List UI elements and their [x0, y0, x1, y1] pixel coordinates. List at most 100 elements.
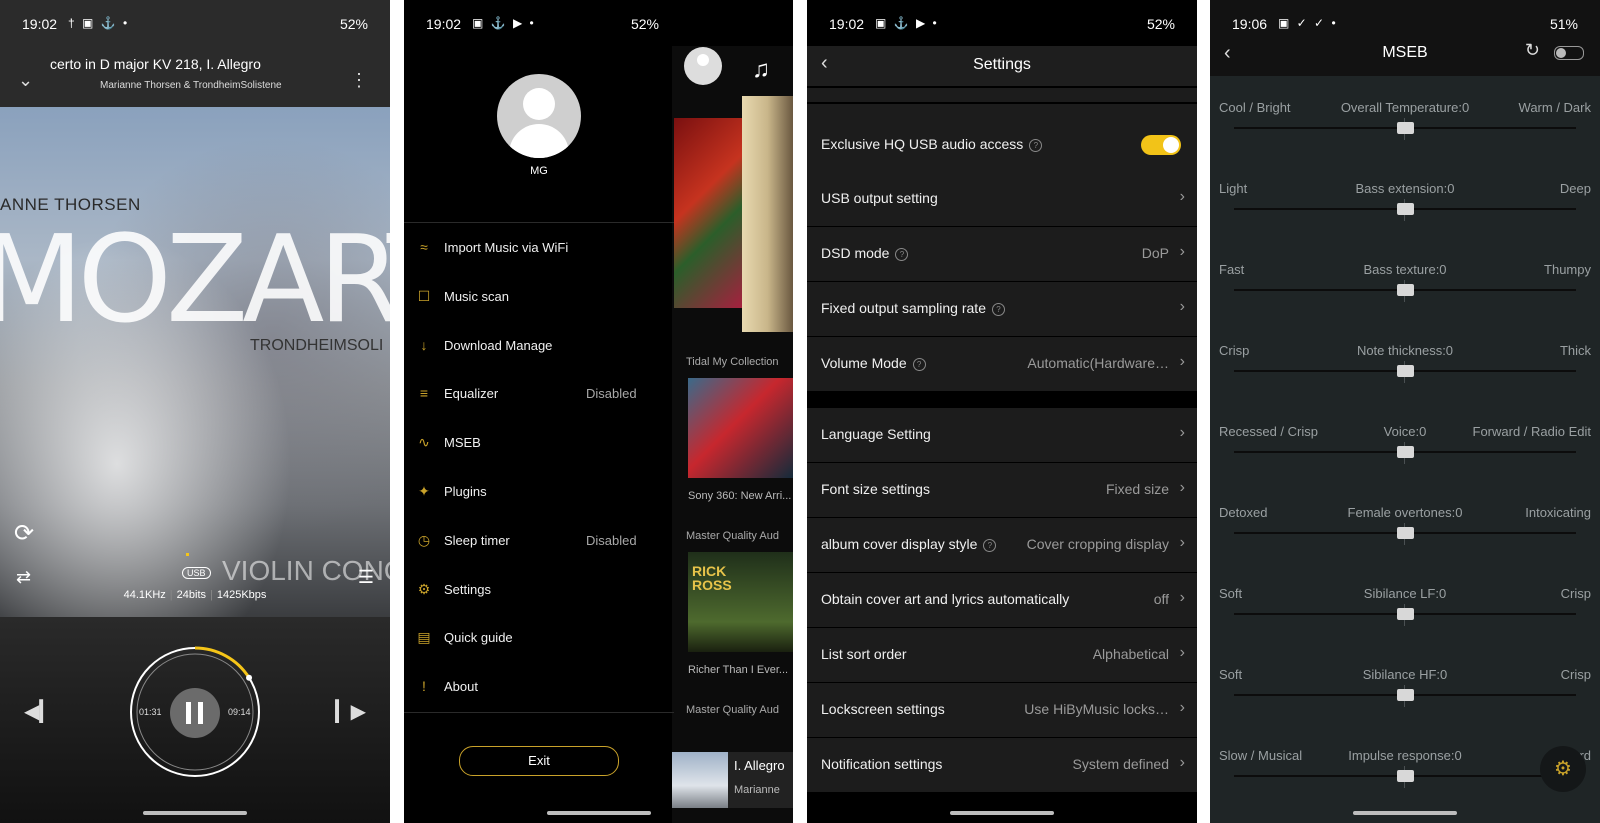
gear-icon[interactable]: ⚙: [1540, 746, 1586, 792]
previous-track-icon[interactable]: ◀▎: [24, 699, 55, 724]
settings-row[interactable]: Fixed output sampling rate? ›: [807, 282, 1197, 337]
settings-row-label-container: Exclusive HQ USB audio access?: [821, 136, 1043, 152]
help-icon[interactable]: ?: [991, 303, 1005, 316]
album-tile[interactable]: [688, 378, 793, 478]
equalizer-icon[interactable]: ⇄: [16, 567, 31, 588]
menu-item[interactable]: ✦ Plugins: [404, 472, 674, 512]
album-caption: Sony 360: New Arri...: [688, 490, 792, 502]
slider-thumb[interactable]: [1397, 527, 1414, 539]
settings-row[interactable]: USB output setting ›: [807, 172, 1197, 227]
settings-row-value: Alphabetical: [1092, 646, 1169, 662]
settings-row[interactable]: Volume Mode? Automatic(Hardware… ›: [807, 337, 1197, 392]
menu-item[interactable]: ⚙ Settings: [404, 570, 674, 610]
settings-row-label-container: Fixed output sampling rate?: [821, 300, 1005, 316]
mini-player[interactable]: I. Allegro Marianne: [672, 752, 793, 808]
mseb-screen: 19:06 ▣ ✓ ✓ • 51% ‹ MSEB ↻ Cool / Bright…: [1210, 0, 1600, 823]
settings-group-spacer: [807, 88, 1197, 102]
home-album-art[interactable]: [674, 118, 744, 308]
menu-item[interactable]: ▤ Quick guide: [404, 618, 674, 658]
pause-button[interactable]: [170, 688, 220, 738]
settings-row-label: Fixed output sampling rate: [821, 300, 986, 316]
settings-row-label: Font size settings: [821, 481, 930, 497]
home-album-art-2[interactable]: [742, 96, 793, 332]
settings-row[interactable]: album cover display style? Cover cropping…: [807, 518, 1197, 573]
mseb-enable-toggle[interactable]: [1554, 46, 1584, 60]
music-note-icon[interactable]: ♫: [752, 56, 770, 84]
menu-divider: [404, 712, 674, 713]
chevron-right-icon: ›: [1179, 589, 1185, 606]
slider-thumb[interactable]: [1397, 365, 1414, 377]
sleep-timer-icon: ◷: [417, 531, 431, 548]
total-time: 09:14: [228, 707, 251, 717]
slider-thumb[interactable]: [1397, 446, 1414, 458]
menu-item-label: Sleep timer: [444, 532, 510, 548]
exit-button[interactable]: Exit: [459, 746, 619, 776]
reset-icon[interactable]: ↻: [1525, 40, 1540, 61]
album-tile[interactable]: RICK ROSS: [688, 552, 793, 652]
help-icon[interactable]: ?: [912, 358, 926, 371]
menu-item[interactable]: ↓ Download Manage: [404, 326, 674, 366]
settings-row-label: Lockscreen settings: [821, 701, 945, 717]
settings-row[interactable]: Lockscreen settings Use HiByMusic locks… ›: [807, 683, 1197, 738]
settings-row-label-container: USB output setting: [821, 190, 938, 206]
mseb-slider: Light Bass extension:0 Deep: [1210, 181, 1600, 262]
slider-thumb[interactable]: [1397, 284, 1414, 296]
settings-row[interactable]: List sort order Alphabetical ›: [807, 628, 1197, 683]
slider-thumb[interactable]: [1397, 203, 1414, 215]
mseb-slider: Detoxed Female overtones:0 Intoxicating: [1210, 505, 1600, 586]
repeat-icon[interactable]: ⟳: [14, 519, 34, 548]
more-options-icon[interactable]: ⋮: [350, 70, 368, 91]
playlist-icon[interactable]: ☰: [358, 567, 374, 588]
slider-thumb[interactable]: [1397, 122, 1414, 134]
settings-row[interactable]: DSD mode? DoP ›: [807, 227, 1197, 282]
progress-arc: [194, 646, 251, 679]
settings-row[interactable]: Obtain cover art and lyrics automaticall…: [807, 573, 1197, 628]
slider-label-center: Note thickness:0: [1356, 343, 1454, 358]
slider-label-right: Forward / Radio Edit: [1472, 424, 1592, 439]
menu-item[interactable]: ∿ MSEB: [404, 423, 674, 463]
slider-label-center: Bass extension:0: [1355, 181, 1455, 196]
profile-avatar[interactable]: [497, 74, 581, 158]
settings-row-label: List sort order: [821, 646, 907, 662]
help-icon[interactable]: ?: [983, 539, 997, 552]
album-tile-text: RICK ROSS: [692, 563, 732, 593]
usb-indicator-dot: [186, 553, 189, 556]
home-avatar[interactable]: [684, 47, 722, 85]
slider-thumb[interactable]: [1397, 770, 1414, 782]
menu-item[interactable]: ! About: [404, 667, 674, 707]
drawer-menu-screen: ♫ Tidal My Collection Sony 360: New Arri…: [404, 0, 793, 823]
settings-row[interactable]: Notification settings System defined ›: [807, 738, 1197, 793]
menu-item-value: Disabled: [586, 386, 637, 402]
usb-exclusive-toggle[interactable]: [1141, 135, 1181, 155]
mseb-slider: Cool / Bright Overall Temperature:0 Warm /…: [1210, 100, 1600, 181]
next-track-icon[interactable]: ▎▶: [335, 699, 366, 724]
elapsed-time: 01:31: [139, 707, 162, 717]
menu-item[interactable]: ≈ Import Music via WiFi: [404, 228, 674, 268]
home-section-title: Master Quality Aud: [686, 530, 779, 542]
chevron-right-icon: ›: [1179, 754, 1185, 771]
help-icon[interactable]: ?: [895, 248, 909, 261]
about-icon: !: [422, 678, 426, 695]
settings-row[interactable]: Exclusive HQ USB audio access?: [807, 118, 1197, 173]
menu-item-label: Music scan: [444, 288, 510, 304]
settings-row-value: DoP: [1141, 245, 1169, 261]
settings-row-label: Language Setting: [821, 426, 931, 442]
menu-item[interactable]: ≡ Equalizer Disabled: [404, 374, 674, 414]
settings-row-value: System defined: [1072, 756, 1170, 772]
mseb-header: ‹ MSEB ↻: [1210, 36, 1600, 74]
slider-thumb[interactable]: [1397, 608, 1414, 620]
slider-thumb[interactable]: [1397, 689, 1414, 701]
help-icon[interactable]: ?: [1029, 139, 1043, 152]
menu-item[interactable]: ☐ Music scan: [404, 277, 674, 317]
settings-screen: 19:02 ▣ ⚓ ▶ • 52% ‹ Settings Exclusive H…: [807, 0, 1197, 823]
settings-row-label-container: DSD mode?: [821, 245, 909, 261]
menu-item-label: About: [444, 679, 478, 695]
collapse-chevron-icon[interactable]: ⌄: [18, 70, 33, 91]
settings-row-label: DSD mode: [821, 245, 890, 261]
plugins-icon: ✦: [418, 483, 430, 499]
settings-row-label: album cover display style: [821, 536, 978, 552]
menu-item[interactable]: ◷ Sleep timer Disabled: [404, 521, 674, 561]
settings-row[interactable]: Language Setting ›: [807, 408, 1197, 463]
mini-player-art: [672, 752, 728, 808]
settings-row[interactable]: Font size settings Fixed size ›: [807, 463, 1197, 518]
